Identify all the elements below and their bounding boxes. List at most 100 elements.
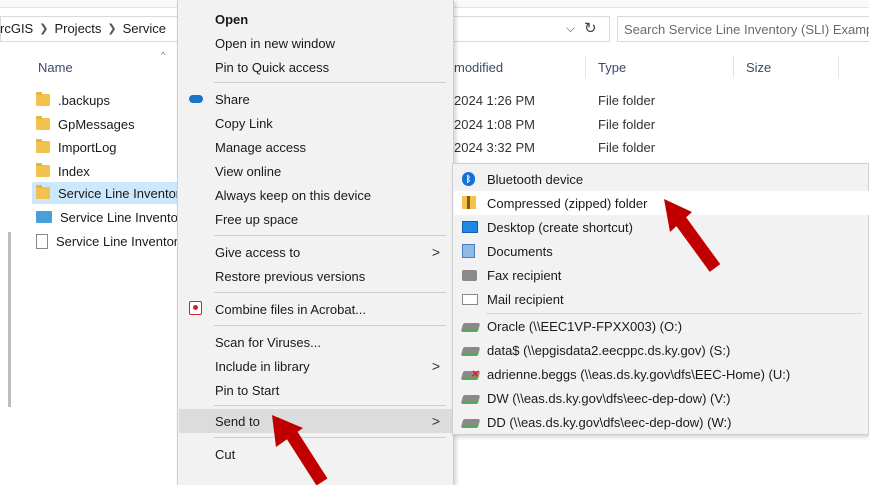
menu-item-share[interactable]: Share (179, 87, 454, 111)
send-to-drive-w[interactable]: DD (\\eas.ds.ky.gov\dfs\eec-dep-dow) (W:… (454, 410, 869, 434)
file-type: File folder (598, 140, 656, 155)
menu-item-label: data$ (\\epgisdata2.eecppc.ds.ky.gov) (S… (487, 342, 731, 358)
menu-item-copy-link[interactable]: Copy Link (179, 111, 454, 135)
file-name: Index (58, 163, 90, 179)
column-header-modified[interactable]: modified (454, 60, 503, 75)
send-to-fax[interactable]: Fax recipient (454, 263, 869, 287)
menu-item-label: adrienne.beggs (\\eas.ds.ky.gov\dfs\EEC-… (487, 366, 791, 382)
column-divider[interactable] (733, 56, 734, 78)
menu-separator (214, 82, 446, 83)
file-row[interactable]: Service Line Inventor (36, 206, 181, 228)
refresh-icon[interactable]: ↻ (584, 19, 597, 37)
menu-separator (214, 325, 446, 326)
menu-item-pin-quick-access[interactable]: Pin to Quick access (179, 55, 454, 79)
menu-separator (214, 235, 446, 236)
menu-item-label: Share (215, 91, 250, 107)
menu-item-label: Desktop (create shortcut) (487, 219, 633, 235)
menu-separator (214, 405, 446, 406)
file-row[interactable]: Index (36, 160, 181, 182)
picture-folder-icon (36, 211, 52, 223)
menu-item-free-up-space[interactable]: Free up space (179, 207, 454, 231)
desktop-icon (462, 221, 478, 233)
menu-item-label: Pin to Quick access (215, 59, 330, 75)
menu-item-label: Scan for Viruses... (215, 334, 321, 350)
breadcrumb-item[interactable]: Service (123, 21, 166, 36)
chevron-right-icon: > (431, 358, 440, 374)
send-to-drive-v[interactable]: DW (\\eas.ds.ky.gov\dfs\eec-dep-dow) (V:… (454, 386, 869, 410)
search-input[interactable]: Search Service Line Inventory (SLI) Exam… (617, 16, 869, 42)
address-dropdown-icon[interactable]: ⌵ (566, 21, 575, 36)
menu-item-restore-versions[interactable]: Restore previous versions (179, 264, 454, 288)
column-header-type[interactable]: Type (598, 60, 626, 75)
menu-item-open[interactable]: Open (179, 7, 454, 31)
chevron-right-icon: > (431, 244, 440, 260)
menu-item-open-new-window[interactable]: Open in new window (179, 31, 454, 55)
menu-item-label: Cut (215, 446, 236, 462)
send-to-bluetooth[interactable]: ᛒ Bluetooth device (454, 167, 869, 191)
send-to-documents[interactable]: Documents (454, 239, 869, 263)
send-to-compressed-folder[interactable]: Compressed (zipped) folder (454, 191, 869, 215)
menu-item-label: Restore previous versions (215, 268, 366, 284)
zip-folder-icon (462, 196, 476, 209)
breadcrumb-item[interactable]: rcGIS (0, 21, 33, 36)
chevron-right-icon: > (431, 413, 440, 429)
acrobat-icon (189, 301, 202, 315)
menu-item-label: Manage access (215, 139, 307, 155)
menu-item-cut[interactable]: Cut (179, 442, 454, 466)
chevron-right-icon: ❯ (107, 23, 117, 35)
menu-item-label: Pin to Start (215, 382, 280, 398)
send-to-drive-o[interactable]: Oracle (\\EEC1VP-FPXX003) (O:) (454, 314, 869, 338)
menu-item-label: DW (\\eas.ds.ky.gov\dfs\eec-dep-dow) (V:… (487, 390, 731, 406)
network-drive-icon (460, 323, 481, 332)
file-name: ImportLog (58, 139, 117, 155)
menu-item-combine-acrobat[interactable]: Combine files in Acrobat... (179, 297, 454, 321)
file-row[interactable]: ImportLog (36, 136, 181, 158)
menu-item-label: Bluetooth device (487, 171, 584, 187)
menu-item-label: Copy Link (215, 115, 273, 131)
menu-item-label: DD (\\eas.ds.ky.gov\dfs\eec-dep-dow) (W:… (487, 414, 732, 430)
file-modified: 2024 1:26 PM (454, 93, 535, 108)
menu-item-give-access[interactable]: Give access to > (179, 240, 454, 264)
send-to-mail[interactable]: Mail recipient (454, 287, 869, 311)
menu-item-scan-viruses[interactable]: Scan for Viruses... (179, 330, 454, 354)
vertical-scrollbar[interactable] (8, 232, 11, 407)
column-divider[interactable] (585, 56, 586, 78)
menu-item-include-library[interactable]: Include in library > (179, 354, 454, 378)
menu-item-label: Combine files in Acrobat... (215, 301, 367, 317)
file-type: File folder (598, 93, 656, 108)
send-to-drive-u[interactable]: adrienne.beggs (\\eas.ds.ky.gov\dfs\EEC-… (454, 362, 869, 386)
file-type: File folder (598, 117, 656, 132)
file-row-selected[interactable]: Service Line Inventor (32, 182, 177, 204)
file-name: GpMessages (58, 116, 135, 132)
menu-separator (214, 292, 446, 293)
file-row[interactable]: GpMessages (36, 113, 181, 135)
menu-item-view-online[interactable]: View online (179, 159, 454, 183)
file-name: Service Line Inventor (60, 209, 181, 225)
chevron-right-icon: ❯ (39, 23, 49, 35)
send-to-desktop[interactable]: Desktop (create shortcut) (454, 215, 869, 239)
menu-item-label: Always keep on this device (215, 187, 372, 203)
column-header-name[interactable]: Name (38, 60, 73, 75)
menu-item-label: Compressed (zipped) folder (487, 195, 648, 211)
breadcrumb-item[interactable]: Projects (54, 21, 101, 36)
scroll-up-icon[interactable]: ^ (161, 50, 165, 60)
onedrive-cloud-icon (189, 95, 203, 103)
menu-item-always-keep[interactable]: Always keep on this device (179, 183, 454, 207)
file-row[interactable]: .backups (36, 89, 181, 111)
folder-icon (36, 139, 50, 153)
menu-item-label: Oracle (\\EEC1VP-FPXX003) (O:) (487, 318, 683, 334)
menu-item-manage-access[interactable]: Manage access (179, 135, 454, 159)
folder-icon (36, 185, 50, 199)
menu-item-pin-start[interactable]: Pin to Start (179, 378, 454, 402)
network-drive-icon (460, 419, 481, 428)
menu-item-label: View online (215, 163, 282, 179)
column-divider[interactable] (838, 56, 839, 78)
file-name: Service Line Inventor (56, 233, 179, 249)
menu-item-send-to[interactable]: Send to > (179, 409, 454, 433)
menu-item-label: Open in new window (215, 35, 335, 51)
menu-item-label: Open (215, 11, 249, 27)
send-to-drive-s[interactable]: data$ (\\epgisdata2.eecppc.ds.ky.gov) (S… (454, 338, 869, 362)
file-row[interactable]: Service Line Inventor (36, 230, 181, 252)
column-header-size[interactable]: Size (746, 60, 771, 75)
file-modified: 2024 3:32 PM (454, 140, 535, 155)
